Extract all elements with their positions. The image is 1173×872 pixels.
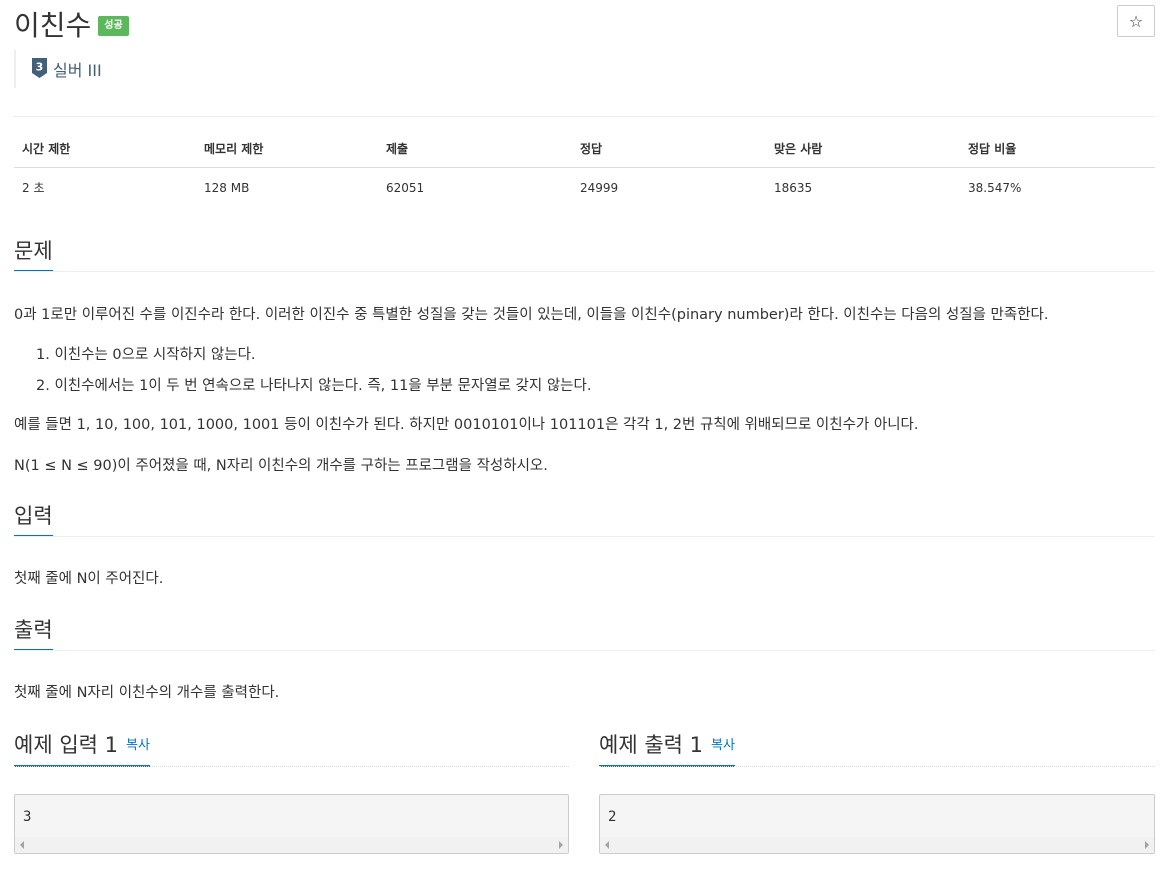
table-header: 맞은 사람	[766, 140, 960, 168]
table-cell: 62051	[386, 180, 425, 195]
description-section-header: 문제	[14, 238, 1155, 272]
tier-link[interactable]: 실버 III	[53, 57, 102, 81]
divider	[14, 116, 1155, 117]
table-header: 정답 비율	[960, 140, 1155, 168]
table-cell: 38.547%	[968, 180, 1022, 195]
section-title: 문제	[14, 238, 53, 272]
horizontal-scrollbar[interactable]	[15, 837, 568, 853]
table-header: 메모리 제한	[196, 140, 378, 168]
sample-input-box[interactable]: 3	[14, 794, 569, 854]
table-header: 제출	[378, 140, 572, 168]
tier-box: 3 실버 III	[14, 50, 102, 88]
scroll-right-icon[interactable]	[559, 841, 563, 849]
rule-item: 1. 이친수는 0으로 시작하지 않는다.	[36, 347, 256, 363]
star-icon: ☆	[1128, 11, 1144, 31]
scroll-left-icon[interactable]	[605, 841, 609, 849]
table-row: 2 초 128 MB 62051 24999 18635 38.547%	[14, 168, 1155, 205]
sample-output-header: 예제 출력 1 복사	[599, 732, 1155, 767]
sample-input-title: 예제 입력 1	[14, 733, 118, 757]
table-header: 정답	[572, 140, 766, 168]
scroll-left-icon[interactable]	[20, 841, 24, 849]
scroll-right-icon[interactable]	[1145, 841, 1149, 849]
svg-text:3: 3	[36, 61, 44, 74]
title-row: 이친수 성공	[14, 4, 129, 44]
rule-item: 2. 이친수에서는 1이 두 번 연속으로 나타나지 않는다. 즉, 11을 부…	[36, 378, 592, 394]
description-example: 예를 들면 1, 10, 100, 101, 1000, 1001 등이 이친수…	[14, 417, 919, 433]
sample-input-value: 3	[23, 809, 32, 825]
table-cell: 128 MB	[204, 180, 250, 195]
input-text: 첫째 줄에 N이 주어진다.	[14, 571, 164, 587]
problem-info-table: 시간 제한 메모리 제한 제출 정답 맞은 사람 정답 비율 2 초 128 M…	[14, 140, 1155, 204]
sample-output-box[interactable]: 2	[599, 794, 1155, 854]
sample-input-header: 예제 입력 1 복사	[14, 732, 569, 767]
silver-tier-icon: 3	[32, 58, 47, 78]
description-task: N(1 ≤ N ≤ 90)이 주어졌을 때, N자리 이친수의 개수를 구하는 …	[14, 458, 548, 474]
section-title: 입력	[14, 503, 53, 537]
output-text: 첫째 줄에 N자리 이친수의 개수를 출력한다.	[14, 685, 280, 701]
table-header: 시간 제한	[14, 140, 196, 168]
horizontal-scrollbar[interactable]	[600, 837, 1154, 853]
output-section-header: 출력	[14, 617, 1155, 651]
table-header-row: 시간 제한 메모리 제한 제출 정답 맞은 사람 정답 비율	[14, 140, 1155, 168]
section-title: 출력	[14, 617, 53, 651]
page-title: 이친수	[14, 9, 92, 42]
input-section-header: 입력	[14, 503, 1155, 537]
sample-output-value: 2	[608, 809, 617, 825]
description-intro: 0과 1로만 이루어진 수를 이진수라 한다. 이러한 이진수 중 특별한 성질…	[14, 307, 1049, 323]
table-cell: 24999	[580, 180, 619, 195]
sample-output-title: 예제 출력 1	[599, 733, 703, 757]
table-cell: 2 초	[22, 181, 45, 195]
copy-sample-input-link[interactable]: 복사	[126, 738, 150, 753]
favorite-button[interactable]: ☆	[1117, 5, 1155, 37]
result-badge: 성공	[98, 16, 129, 36]
table-cell: 18635	[774, 180, 813, 195]
copy-sample-output-link[interactable]: 복사	[711, 738, 735, 753]
